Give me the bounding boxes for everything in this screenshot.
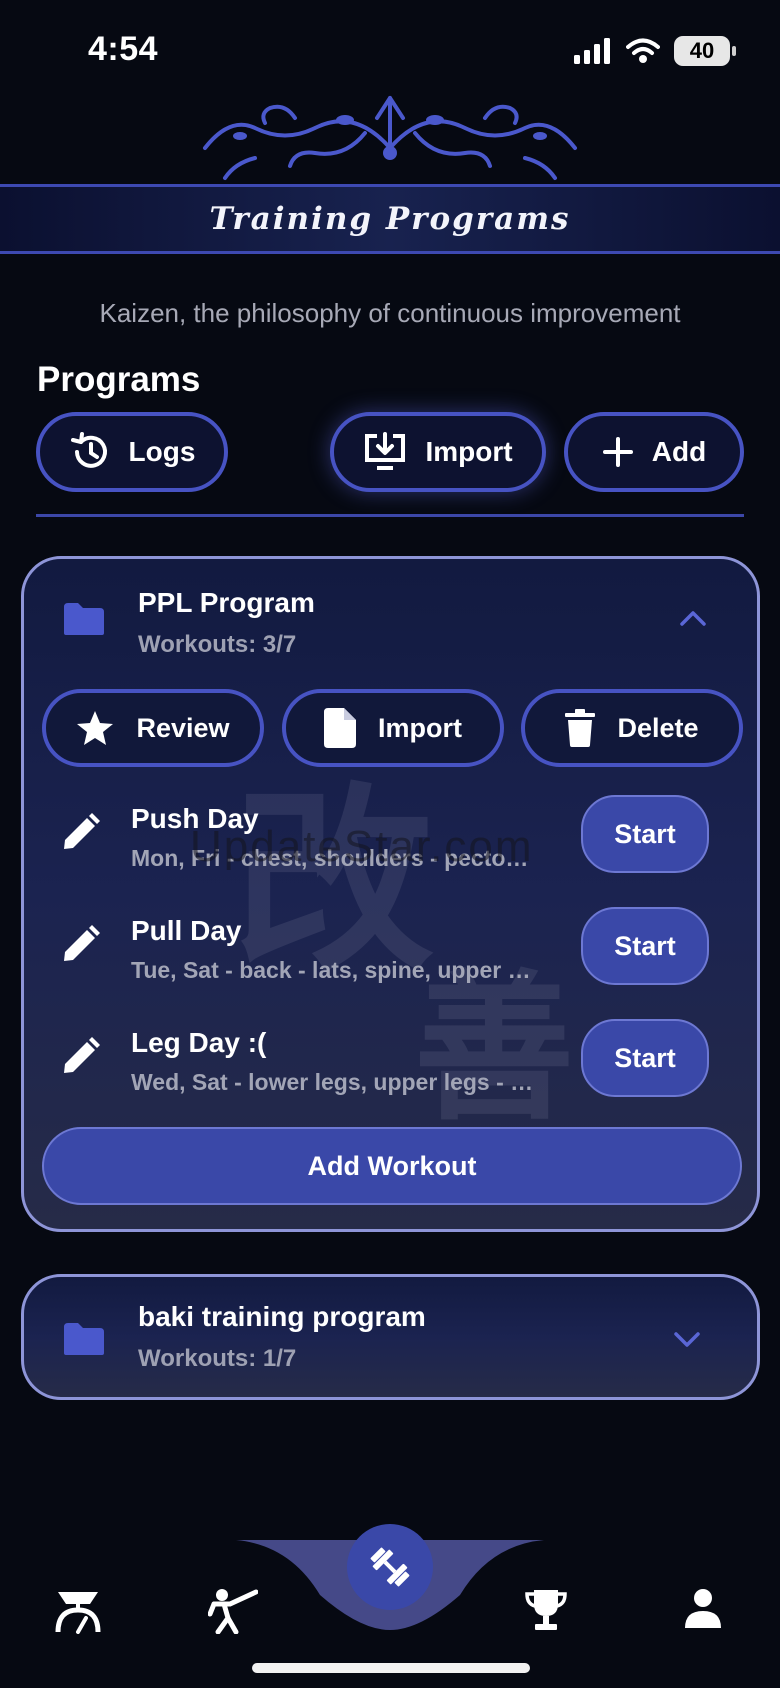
battery-indicator: 40 xyxy=(674,36,736,66)
workout-description: Mon, Fri - chest, shoulders - pecto… xyxy=(131,845,529,871)
workout-name: Push Day xyxy=(131,803,259,834)
wifi-icon xyxy=(626,38,660,64)
profile-icon[interactable] xyxy=(684,1588,722,1628)
workout-name: Pull Day xyxy=(131,915,242,946)
dumbbell-icon[interactable] xyxy=(347,1524,433,1610)
program-card-ppl: 改 善 PPL Program Workouts: 3/7 Review Imp… xyxy=(21,556,760,1232)
trash-icon xyxy=(565,709,596,747)
tagline: Kaizen, the philosophy of continuous imp… xyxy=(99,298,681,328)
logs-button[interactable]: Logs xyxy=(36,412,228,492)
add-label: Add xyxy=(651,436,707,467)
import-button[interactable]: Import xyxy=(330,412,546,492)
status-indicators: 40 xyxy=(574,34,736,68)
program-workouts-count: Workouts: 3/7 xyxy=(138,631,297,658)
review-label: Review xyxy=(136,712,230,743)
home-indicator[interactable] xyxy=(252,1663,530,1673)
import-label: Import xyxy=(425,436,513,467)
trophy-icon[interactable] xyxy=(524,1588,568,1632)
program-workouts-count: Workouts: 1/7 xyxy=(138,1345,297,1372)
page-title: Training Programs xyxy=(209,201,571,237)
section-divider xyxy=(36,514,744,517)
folder-icon xyxy=(62,601,106,637)
document-icon xyxy=(324,708,356,748)
delete-label: Delete xyxy=(617,712,699,743)
ornament-flourish-icon xyxy=(195,88,585,188)
history-icon xyxy=(69,431,111,473)
add-workout-button[interactable]: Add Workout xyxy=(42,1127,742,1205)
workout-description: Tue, Sat - back - lats, spine, upper … xyxy=(131,957,531,983)
workout-row: Push Day Mon, Fri - chest, shoulders - p… xyxy=(24,795,757,891)
programs-heading: Programs xyxy=(37,360,201,399)
pencil-icon[interactable] xyxy=(60,813,100,853)
workout-row: Pull Day Tue, Sat - back - lats, spine, … xyxy=(24,907,757,1003)
review-button[interactable]: Review xyxy=(42,689,264,767)
martial-arts-icon[interactable] xyxy=(208,1588,258,1634)
pencil-icon[interactable] xyxy=(60,1037,100,1077)
plus-icon xyxy=(602,436,634,468)
program-card-baki[interactable]: baki training program Workouts: 1/7 xyxy=(21,1274,760,1400)
title-banner: Training Programs xyxy=(0,184,780,254)
start-workout-button[interactable]: Start xyxy=(581,1019,709,1097)
program-name: baki training program xyxy=(138,1301,426,1332)
folder-icon xyxy=(62,1321,106,1357)
logs-label: Logs xyxy=(128,436,196,467)
add-program-button[interactable]: Add xyxy=(564,412,744,492)
start-workout-button[interactable]: Start xyxy=(581,907,709,985)
program-import-button[interactable]: Import xyxy=(282,689,504,767)
program-import-label: Import xyxy=(378,712,462,743)
status-time: 4:54 xyxy=(88,30,159,68)
monitor-download-icon xyxy=(363,432,407,472)
cellular-signal-icon xyxy=(574,38,612,64)
chevron-up-icon[interactable] xyxy=(679,609,707,627)
scale-icon[interactable] xyxy=(54,1588,102,1634)
program-name: PPL Program xyxy=(138,587,315,618)
start-workout-button[interactable]: Start xyxy=(581,795,709,873)
chevron-down-icon[interactable] xyxy=(673,1331,701,1349)
bottom-navigation xyxy=(0,1500,780,1688)
workout-row: Leg Day :( Wed, Sat - lower legs, upper … xyxy=(24,1019,757,1115)
delete-button[interactable]: Delete xyxy=(521,689,743,767)
workout-name: Leg Day :( xyxy=(131,1027,267,1058)
workout-description: Wed, Sat - lower legs, upper legs - … xyxy=(131,1069,534,1095)
program-header[interactable]: PPL Program Workouts: 3/7 xyxy=(24,559,757,669)
pencil-icon[interactable] xyxy=(60,925,100,965)
star-icon xyxy=(76,710,114,746)
